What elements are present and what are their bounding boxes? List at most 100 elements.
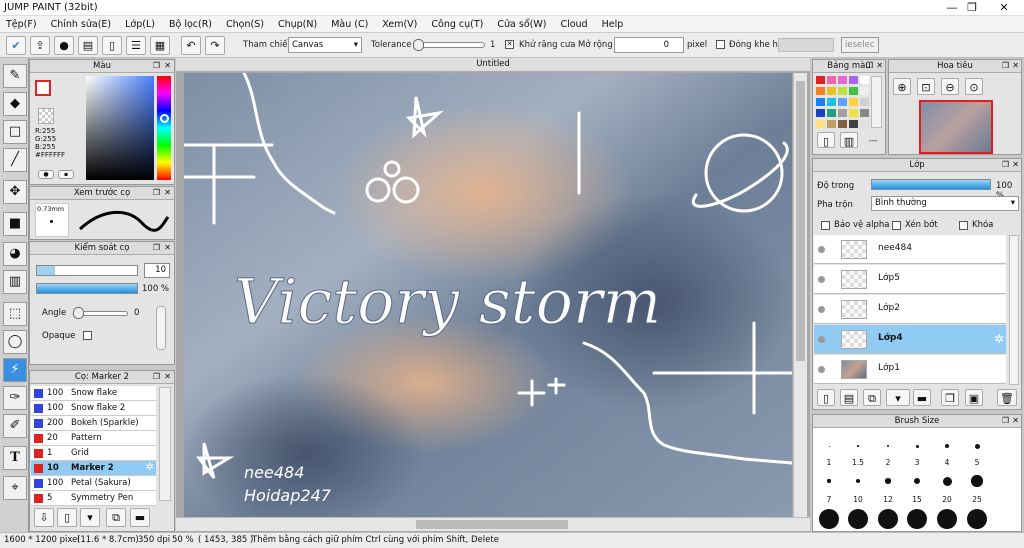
panel-close-icon[interactable]: ✕	[1012, 159, 1019, 171]
menu-edit[interactable]: Chỉnh sửa(E)	[51, 16, 118, 32]
move-tool-icon[interactable]: ✥	[3, 180, 27, 204]
delete-layer-icon[interactable]: 🗑	[997, 389, 1017, 406]
undo-icon[interactable]: ↶	[181, 36, 201, 55]
brush-list-item[interactable]: 200 Bokeh (Sparkle)	[31, 416, 156, 431]
visibility-icon[interactable]	[818, 336, 825, 343]
brush-folder-icon[interactable]: ▬	[130, 508, 150, 527]
protect-alpha-checkbox[interactable]	[821, 221, 830, 230]
brush-size-dot[interactable]	[942, 476, 952, 486]
panel-close-icon[interactable]: ✕	[164, 371, 171, 383]
brush-list-item[interactable]: 100 Snow flake	[31, 386, 156, 401]
layer-copy-icon[interactable]: ⧉	[863, 389, 881, 406]
bucket-tool-icon[interactable]: ◕	[3, 242, 27, 266]
brush-list-item[interactable]: 100 Snow flake 2	[31, 401, 156, 416]
rect-tool-icon[interactable]: □	[3, 120, 27, 144]
vertical-scrollbar-thumb[interactable]	[796, 81, 805, 361]
palette-swatch[interactable]	[827, 98, 836, 106]
menu-help[interactable]: Help	[602, 16, 630, 32]
comment-icon[interactable]: ▤	[78, 36, 98, 55]
palette-swatch[interactable]	[849, 98, 858, 106]
rect-select-tool-icon[interactable]: ⬚	[3, 302, 27, 326]
brush-list-item[interactable]: 10 Marker 2 ✲	[31, 461, 156, 476]
palette-swatch[interactable]	[816, 109, 825, 117]
brush-list-item[interactable]: 1 Grid	[31, 446, 156, 461]
opacity-bar[interactable]	[36, 283, 138, 294]
brush-control-scrollbar[interactable]	[156, 306, 166, 350]
zoom-out-icon[interactable]: ⊖	[941, 78, 959, 95]
brush-copy-icon[interactable]: ⧉	[106, 508, 126, 527]
lock-checkbox[interactable]	[959, 221, 968, 230]
antialias-checkbox[interactable]: ✕	[505, 40, 514, 49]
new-brush-icon[interactable]: ▯	[57, 508, 77, 527]
primary-color-swatch[interactable]	[35, 80, 51, 96]
brush-size-dot[interactable]	[915, 444, 919, 448]
float-icon[interactable]: ❐	[866, 60, 873, 72]
menu-view[interactable]: Xem(V)	[382, 16, 423, 32]
panel-close-icon[interactable]: ✕	[1012, 415, 1019, 427]
visibility-icon[interactable]	[818, 306, 825, 313]
layer-scrollbar[interactable]	[1009, 235, 1019, 385]
layer-folder-icon[interactable]: ▬	[913, 389, 931, 406]
close-gap-checkbox[interactable]	[716, 40, 725, 49]
brush-tool-icon[interactable]: ✎	[3, 64, 27, 88]
panel-close-icon[interactable]: ✕	[1012, 60, 1019, 72]
transparent-swatch[interactable]	[38, 108, 54, 124]
brush-size-dot[interactable]	[885, 478, 891, 484]
brush-size-dot[interactable]	[937, 509, 957, 529]
palette-swatch[interactable]	[816, 87, 825, 95]
share-icon[interactable]: ⇪	[30, 36, 50, 55]
brush-list-item[interactable]: 20 Pattern	[31, 431, 156, 446]
palette-swatch[interactable]	[838, 87, 847, 95]
palette-swatch[interactable]	[849, 109, 858, 117]
zoom-reset-icon[interactable]: ⊙	[965, 78, 983, 95]
artwork-canvas[interactable]: Victory storm nee484 Hoidap247	[184, 73, 792, 517]
size-input[interactable]: 10	[144, 263, 170, 278]
visibility-icon[interactable]	[818, 276, 825, 283]
gear-icon[interactable]: ✲	[146, 461, 154, 475]
palette-swatch[interactable]	[860, 98, 869, 106]
palette-swatch[interactable]	[849, 76, 858, 84]
panel-close-icon[interactable]: ✕	[876, 60, 883, 72]
float-icon[interactable]: ❐	[153, 371, 160, 383]
float-icon[interactable]: ❐	[1002, 159, 1009, 171]
new-layer-icon[interactable]: ▯	[817, 389, 835, 406]
layer-menu-icon[interactable]: ▾	[886, 389, 910, 406]
page-icon[interactable]: ▯	[102, 36, 122, 55]
float-icon[interactable]: ❐	[153, 242, 160, 254]
deselect-button[interactable]: ieselec	[841, 37, 879, 53]
brush-size-dot[interactable]	[913, 477, 921, 485]
layer-item[interactable]: Lớp4 ✲	[814, 325, 1006, 354]
text-tool-icon[interactable]: T	[3, 446, 27, 470]
navigator-thumbnail[interactable]	[919, 100, 993, 154]
vertical-scrollbar[interactable]	[793, 73, 807, 517]
redo-icon[interactable]: ↷	[205, 36, 225, 55]
brush-size-dot[interactable]	[848, 509, 868, 529]
reference-select[interactable]: Canvas ▾	[288, 37, 362, 53]
brush-size-dot[interactable]	[887, 445, 889, 447]
layer-properties-icon[interactable]: ▤	[840, 389, 858, 406]
menu-select[interactable]: Chọn(S)	[226, 16, 270, 32]
float-icon[interactable]: ❐	[1002, 60, 1009, 72]
palette-swatch[interactable]	[860, 87, 869, 95]
brush-download-icon[interactable]: ⇩	[34, 508, 54, 527]
expand-input[interactable]: 0	[614, 37, 684, 53]
menu-tools[interactable]: Công cụ(T)	[431, 16, 489, 32]
brush-size-dot[interactable]	[855, 478, 861, 484]
brush-menu-icon[interactable]: ▾	[80, 508, 100, 527]
speech-icon[interactable]: ●	[54, 36, 74, 55]
size-bar[interactable]	[36, 265, 138, 276]
color-mode-icon[interactable]: ●	[38, 170, 54, 179]
line-tool-icon[interactable]: ╱	[3, 148, 27, 172]
zoom-in-icon[interactable]: ⊕	[893, 78, 911, 95]
layer-duplicate-icon[interactable]: ❐	[941, 389, 959, 406]
palette-scrollbar[interactable]	[871, 76, 882, 128]
menu-capture[interactable]: Chụp(N)	[278, 16, 323, 32]
float-icon[interactable]: ❐	[153, 187, 160, 199]
magic-wand-tool-icon[interactable]: ⚡	[3, 358, 27, 382]
panel-close-icon[interactable]: ✕	[164, 60, 171, 72]
select-eraser-tool-icon[interactable]: ✐	[3, 414, 27, 438]
opaque-checkbox[interactable]	[83, 331, 92, 340]
hue-slider-knob[interactable]	[160, 114, 169, 123]
menu-file[interactable]: Tệp(F)	[6, 16, 43, 32]
color-history-icon[interactable]: ▪	[58, 170, 74, 179]
